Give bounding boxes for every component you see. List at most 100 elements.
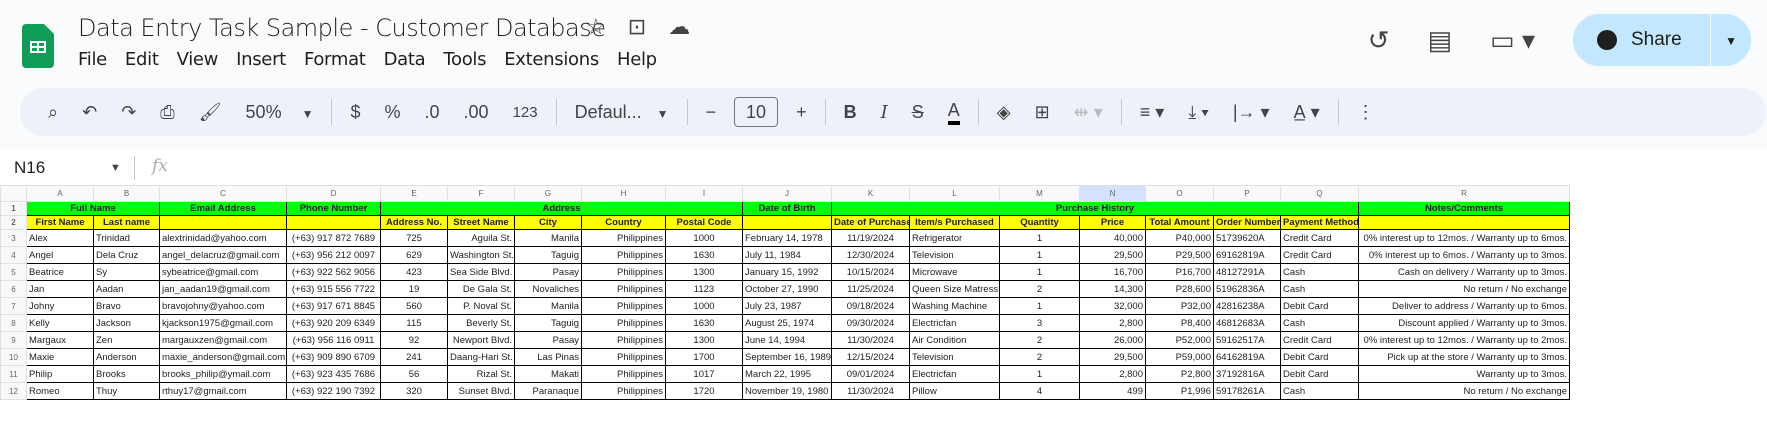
cell-i11[interactable]: 1017 [665, 365, 743, 383]
cell-k8[interactable]: 09/30/2024 [831, 314, 910, 332]
cell-g10[interactable]: Las Pinas [514, 348, 582, 366]
cell-b10[interactable]: Anderson [93, 348, 160, 366]
cell-n10[interactable]: 29,500 [1079, 348, 1146, 366]
cell-j9[interactable]: June 14, 1994 [742, 331, 832, 349]
menu-format[interactable]: Format [304, 49, 366, 70]
cell-d12[interactable]: (+63) 922 190 7392 [286, 382, 381, 400]
column-header-d[interactable]: D [286, 185, 381, 202]
cell-p5[interactable]: 48127291A [1213, 263, 1281, 281]
column-subheader-cell[interactable] [742, 215, 832, 230]
cell-a11[interactable]: Philip [26, 365, 94, 383]
cell-g5[interactable]: Pasay [514, 263, 582, 281]
group-header-cell[interactable]: Full Name [26, 201, 160, 216]
cell-j7[interactable]: July 23, 1987 [742, 297, 832, 315]
column-subheader-cell[interactable]: City [514, 215, 582, 230]
menu-file[interactable]: File [78, 49, 107, 70]
cell-r9[interactable]: 0% interest up to 12mos. / Warranty up t… [1358, 331, 1570, 349]
group-header-cell[interactable]: Notes/Comments [1358, 201, 1570, 216]
cell-l9[interactable]: Air Condition [909, 331, 1000, 349]
cell-b5[interactable]: Sy [93, 263, 160, 281]
cell-q4[interactable]: Credit Card [1280, 246, 1359, 264]
cell-l5[interactable]: Microwave [909, 263, 1000, 281]
row-header[interactable]: 3 [0, 229, 27, 247]
more-icon[interactable]: ⋮ [1357, 102, 1375, 123]
cell-b9[interactable]: Zen [93, 331, 160, 349]
cell-i7[interactable]: 1000 [665, 297, 743, 315]
cell-f7[interactable]: P. Noval St. [447, 297, 515, 315]
cell-n8[interactable]: 2,800 [1079, 314, 1146, 332]
column-subheader-cell[interactable]: Last name [93, 215, 160, 230]
cell-h12[interactable]: Philippines [581, 382, 666, 400]
vertical-align-icon[interactable]: ⤓ ▾ [1188, 102, 1209, 123]
cell-o4[interactable]: P29,500 [1145, 246, 1214, 264]
column-header-p[interactable]: P [1213, 185, 1281, 202]
row-header[interactable]: 5 [0, 263, 27, 281]
cell-i6[interactable]: 1123 [665, 280, 743, 298]
cell-f8[interactable]: Beverly St. [447, 314, 515, 332]
cell-b6[interactable]: Aadan [93, 280, 160, 298]
column-subheader-cell[interactable] [286, 215, 381, 230]
cell-n12[interactable]: 499 [1079, 382, 1146, 400]
cell-p7[interactable]: 42816238A [1213, 297, 1281, 315]
column-subheader-cell[interactable]: Quantity [999, 215, 1080, 230]
spreadsheet-grid[interactable]: A B C D E F G H I J K L M N O P Q R 1 Full Name Email Addres… [0, 185, 1767, 421]
cell-m3[interactable]: 1 [999, 229, 1080, 247]
cell-q8[interactable]: Cash [1280, 314, 1359, 332]
column-header-b[interactable]: B [93, 185, 160, 202]
cell-m12[interactable]: 4 [999, 382, 1080, 400]
menu-tools[interactable]: Tools [443, 49, 486, 70]
cell-d10[interactable]: (+63) 909 890 6709 [286, 348, 381, 366]
star-icon[interactable]: ☆ [586, 14, 606, 40]
cell-r11[interactable]: Warranty up to 3mos. [1358, 365, 1570, 383]
cell-p9[interactable]: 59162517A [1213, 331, 1281, 349]
cell-f4[interactable]: Washington St. [447, 246, 515, 264]
cell-c3[interactable]: alextrinidad@yahoo.com [159, 229, 287, 247]
cell-o8[interactable]: P8,400 [1145, 314, 1214, 332]
cell-r10[interactable]: Pick up at the store / Warranty up to 3m… [1358, 348, 1570, 366]
bold-icon[interactable]: B [844, 102, 857, 123]
cell-m10[interactable]: 2 [999, 348, 1080, 366]
cell-e9[interactable]: 92 [380, 331, 448, 349]
cell-i4[interactable]: 1630 [665, 246, 743, 264]
cell-k6[interactable]: 11/25/2024 [831, 280, 910, 298]
cell-g8[interactable]: Taguig [514, 314, 582, 332]
cell-b3[interactable]: Trinidad [93, 229, 160, 247]
column-subheader-cell[interactable]: Total Amount [1145, 215, 1214, 230]
name-box-dropdown-icon[interactable]: ▼ [110, 162, 121, 174]
cell-i8[interactable]: 1630 [665, 314, 743, 332]
cell-f12[interactable]: Sunset Blvd. [447, 382, 515, 400]
column-subheader-cell[interactable]: Address No. [380, 215, 448, 230]
cell-c5[interactable]: sybeatrice@gmail.com [159, 263, 287, 281]
column-header-g[interactable]: G [514, 185, 582, 202]
fill-color-icon[interactable]: ◈ [997, 102, 1011, 123]
menu-insert[interactable]: Insert [236, 49, 286, 70]
cell-c6[interactable]: jan_aadan19@gmail.com [159, 280, 287, 298]
cell-h6[interactable]: Philippines [581, 280, 666, 298]
cell-h3[interactable]: Philippines [581, 229, 666, 247]
currency-button[interactable]: $ [350, 102, 360, 123]
cell-k11[interactable]: 09/01/2024 [831, 365, 910, 383]
merge-cells-icon[interactable]: ⇹ ▾ [1074, 102, 1103, 123]
cell-g9[interactable]: Pasay [514, 331, 582, 349]
column-header-l[interactable]: L [909, 185, 1000, 202]
cell-j3[interactable]: February 14, 1978 [742, 229, 832, 247]
cell-g11[interactable]: Makati [514, 365, 582, 383]
menu-edit[interactable]: Edit [125, 49, 159, 70]
menu-extensions[interactable]: Extensions [504, 49, 599, 70]
group-header-cell[interactable]: Purchase History [831, 201, 1359, 216]
cell-c11[interactable]: brooks_philip@ymail.com [159, 365, 287, 383]
cell-k4[interactable]: 12/30/2024 [831, 246, 910, 264]
cell-q6[interactable]: Cash [1280, 280, 1359, 298]
cell-q3[interactable]: Credit Card [1280, 229, 1359, 247]
cell-r7[interactable]: Deliver to address / Warranty up to 6mos… [1358, 297, 1570, 315]
cell-d7[interactable]: (+63) 917 671 8845 [286, 297, 381, 315]
strikethrough-icon[interactable]: S [912, 102, 924, 123]
cell-d11[interactable]: (+63) 923 435 7686 [286, 365, 381, 383]
cell-a7[interactable]: Johny [26, 297, 94, 315]
column-header-o[interactable]: O [1145, 185, 1214, 202]
column-subheader-cell[interactable]: Payment Method [1280, 215, 1359, 230]
cell-d8[interactable]: (+63) 920 209 6349 [286, 314, 381, 332]
cell-m7[interactable]: 1 [999, 297, 1080, 315]
cell-l12[interactable]: Pillow [909, 382, 1000, 400]
cell-f5[interactable]: Sea Side Blvd. [447, 263, 515, 281]
